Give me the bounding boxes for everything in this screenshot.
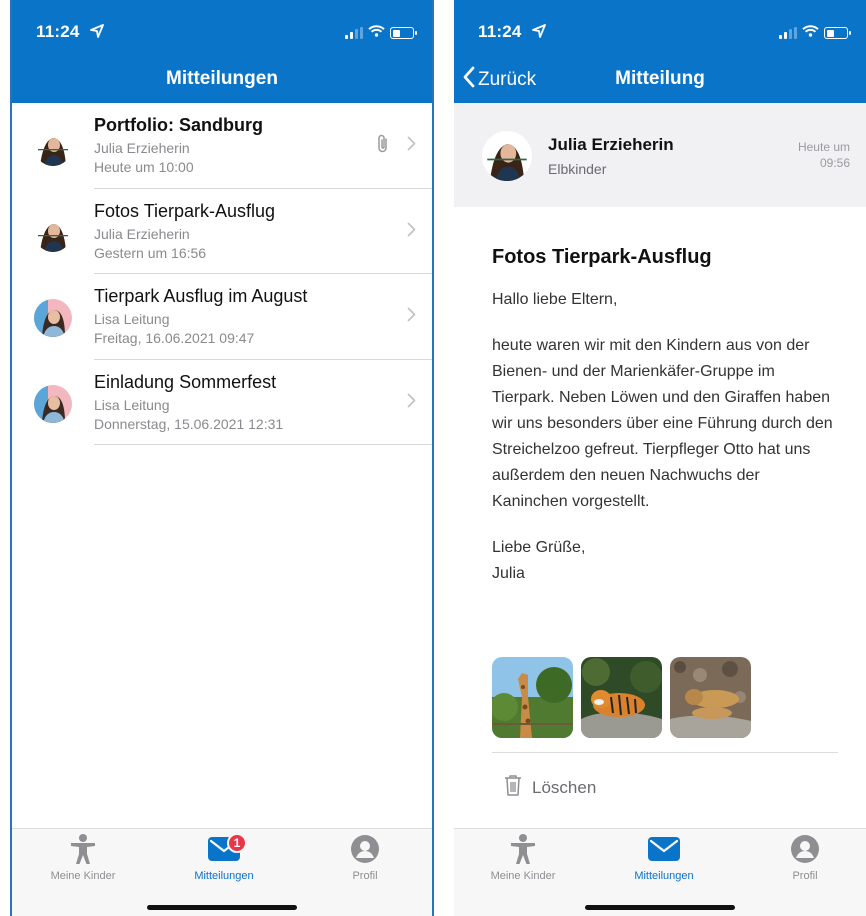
wifi-icon bbox=[368, 24, 385, 42]
chevron-right-icon bbox=[407, 222, 416, 242]
message-title: Einladung Sommerfest bbox=[94, 371, 277, 392]
tab-mitteilungen[interactable]: Mitteilungen bbox=[609, 835, 719, 882]
profile-icon bbox=[791, 834, 819, 868]
nav-header: 11:24 Mitteilungen bbox=[12, 0, 432, 103]
chevron-right-icon bbox=[407, 307, 416, 327]
message-list: Portfolio: Sandburg Julia Erzieherin Heu… bbox=[12, 103, 432, 445]
message-body: Fotos Tierpark-Ausflug Hallo liebe Elter… bbox=[492, 246, 836, 587]
tab-mitteilungen[interactable]: 1 Mitteilungen bbox=[169, 833, 279, 882]
tab-bar: Meine Kinder Mitteilungen Profil bbox=[454, 828, 866, 916]
tab-profil[interactable]: Profil bbox=[310, 834, 420, 882]
wifi-icon bbox=[802, 24, 819, 42]
battery-icon bbox=[824, 27, 851, 39]
location-arrow-icon bbox=[532, 24, 546, 43]
signal-icon bbox=[345, 27, 363, 39]
message-greeting: Hallo liebe Eltern, bbox=[492, 291, 618, 308]
message-title: Fotos Tierpark-Ausflug bbox=[94, 200, 276, 221]
home-indicator bbox=[585, 905, 735, 910]
tab-meine-kinder[interactable]: Meine Kinder bbox=[468, 833, 578, 882]
message-date: Gestern um 16:56 bbox=[94, 244, 207, 261]
tab-label: Profil bbox=[352, 870, 378, 882]
status-icons bbox=[345, 24, 417, 42]
status-time: 11:24 bbox=[36, 22, 80, 41]
tab-label: Meine Kinder bbox=[490, 870, 556, 882]
tab-meine-kinder[interactable]: Meine Kinder bbox=[28, 833, 138, 882]
nav-header: 11:24 Zurück Mitteilung bbox=[454, 0, 866, 103]
tab-profil[interactable]: Profil bbox=[750, 834, 860, 882]
location-arrow-icon bbox=[90, 24, 104, 43]
message-row[interactable]: Einladung Sommerfest Lisa Leitung Donner… bbox=[12, 360, 432, 445]
photo-lions[interactable] bbox=[670, 657, 751, 738]
message-list-screen: 11:24 Mitteilungen Portfolio: Sandburg J… bbox=[10, 0, 434, 916]
message-title: Fotos Tierpark-Ausflug bbox=[492, 246, 712, 268]
divider bbox=[492, 752, 838, 753]
person-icon bbox=[509, 833, 537, 870]
status-icons bbox=[779, 24, 851, 42]
message-detail-screen: 11:24 Zurück Mitteilung Julia Erzieherin… bbox=[454, 0, 866, 916]
message-date: Donnerstag, 15.06.2021 12:31 bbox=[94, 415, 284, 432]
delete-button[interactable]: Löschen bbox=[504, 774, 596, 801]
attachment-icon bbox=[376, 133, 390, 160]
page-title: Mitteilung bbox=[615, 68, 705, 89]
tab-label: Profil bbox=[792, 870, 818, 882]
tab-label: Mitteilungen bbox=[194, 870, 254, 882]
envelope-icon bbox=[648, 836, 680, 866]
photo-attachments bbox=[492, 657, 751, 738]
row-divider bbox=[94, 444, 432, 445]
closing-line: Liebe Grüße, bbox=[492, 539, 586, 556]
message-date: Heute um 10:00 bbox=[94, 159, 194, 175]
sender-name: Julia Erzieherin bbox=[548, 135, 674, 154]
message-row[interactable]: Fotos Tierpark-Ausflug Julia Erzieherin … bbox=[12, 189, 432, 274]
unread-badge: 1 bbox=[227, 833, 247, 853]
message-date: Heute um 09:56 bbox=[797, 140, 850, 170]
avatar-julia bbox=[34, 128, 72, 166]
signature: Julia bbox=[492, 565, 525, 582]
profile-icon bbox=[351, 834, 379, 868]
message-sender: Julia Erzieherin bbox=[94, 140, 190, 156]
person-icon bbox=[69, 833, 97, 870]
signal-icon bbox=[779, 27, 797, 39]
message-date: Freitag, 16.06.2021 09:47 bbox=[94, 330, 255, 346]
message-row[interactable]: Tierpark Ausflug im August Lisa Leitung … bbox=[12, 274, 432, 360]
avatar-lisa bbox=[34, 384, 72, 423]
tab-label: Mitteilungen bbox=[634, 870, 694, 882]
status-time: 11:24 bbox=[478, 22, 522, 41]
sender-avatar bbox=[482, 131, 532, 181]
home-indicator bbox=[147, 905, 297, 910]
avatar-lisa bbox=[34, 299, 72, 337]
message-row[interactable]: Portfolio: Sandburg Julia Erzieherin Heu… bbox=[12, 103, 432, 189]
delete-label: Löschen bbox=[532, 777, 597, 797]
message-sender: Lisa Leitung bbox=[94, 396, 170, 413]
tab-bar: Meine Kinder 1 Mitteilungen Profil bbox=[12, 828, 432, 916]
message-title: Tierpark Ausflug im August bbox=[94, 286, 308, 306]
message-text: heute waren wir mit den Kindern aus von … bbox=[492, 337, 833, 510]
tab-label: Meine Kinder bbox=[50, 870, 116, 882]
message-closing: Liebe Grüße, Julia bbox=[492, 535, 836, 587]
sender-organization: Elbkinder bbox=[548, 161, 607, 177]
page-title: Mitteilungen bbox=[166, 68, 278, 89]
message-title: Portfolio: Sandburg bbox=[94, 115, 263, 135]
chevron-right-icon bbox=[407, 136, 416, 156]
sender-header: Julia Erzieherin Elbkinder Heute um 09:5… bbox=[454, 103, 866, 207]
battery-icon bbox=[390, 27, 417, 39]
avatar-julia bbox=[34, 213, 72, 252]
photo-tiger[interactable] bbox=[581, 657, 662, 738]
message-sender: Julia Erzieherin bbox=[94, 225, 190, 242]
message-sender: Lisa Leitung bbox=[94, 311, 170, 327]
trash-icon bbox=[504, 774, 522, 801]
chevron-right-icon bbox=[407, 393, 416, 413]
photo-giraffe[interactable] bbox=[492, 657, 573, 738]
